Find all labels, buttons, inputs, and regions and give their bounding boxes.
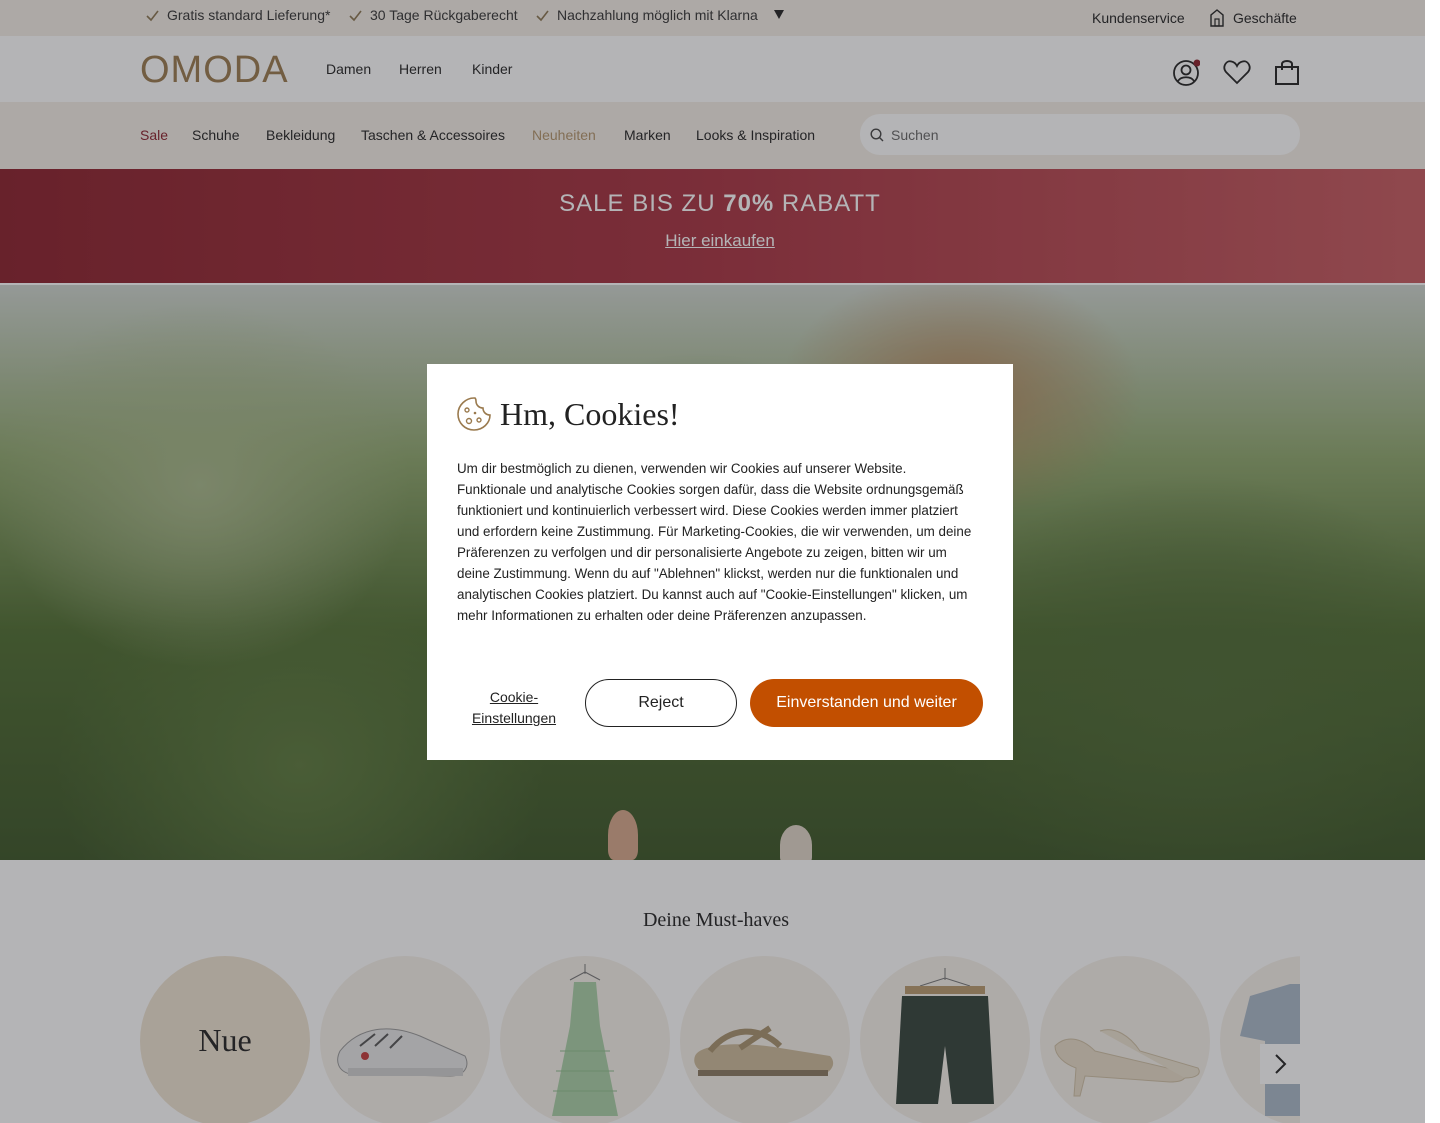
accept-button[interactable]: Einverstanden und weiter	[750, 679, 983, 727]
cookie-modal-title: Hm, Cookies!	[500, 396, 680, 432]
cookie-icon	[456, 396, 492, 432]
cookie-settings-link[interactable]: Cookie-Einstellungen	[457, 687, 571, 729]
scrollbar[interactable]	[1425, 0, 1440, 1123]
page: Gratis standard Lieferung* 30 Tage Rückg…	[0, 0, 1425, 1123]
reject-button[interactable]: Reject	[585, 679, 737, 727]
cookie-modal-text: Um dir bestmöglich zu dienen, verwenden …	[457, 461, 972, 623]
